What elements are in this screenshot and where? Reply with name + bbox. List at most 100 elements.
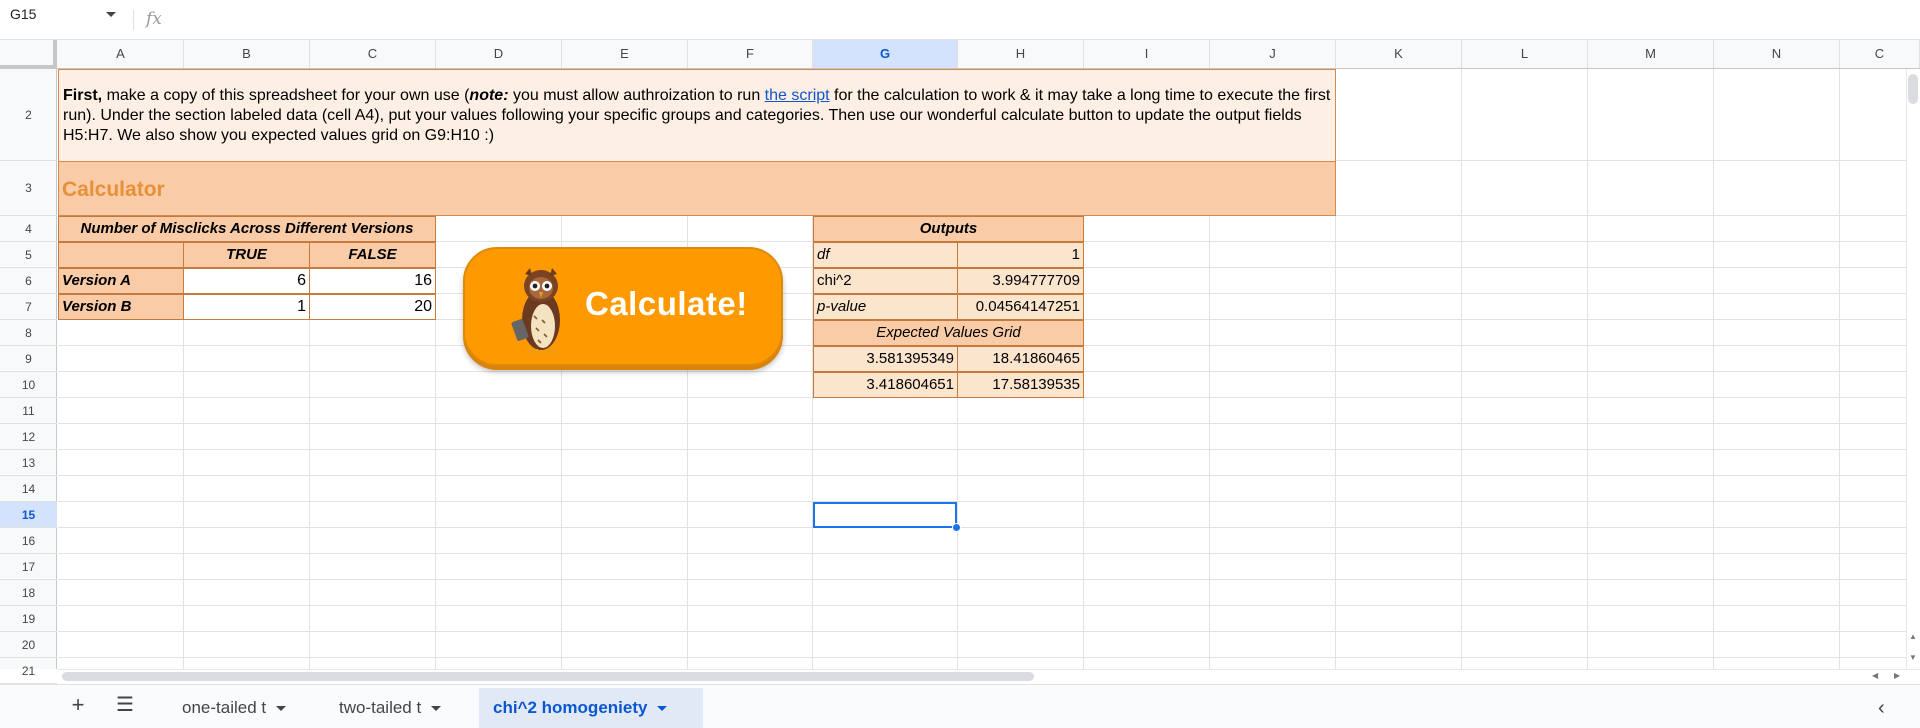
column-header-i[interactable]: I	[1084, 40, 1210, 68]
column-header-g[interactable]: G	[813, 40, 958, 68]
row-header-7[interactable]: 7	[0, 294, 57, 320]
column-header-d[interactable]: D	[436, 40, 562, 68]
column-header-b[interactable]: B	[184, 40, 310, 68]
row-gridline	[58, 657, 1908, 658]
data-cell-b-false[interactable]: 20	[309, 294, 436, 320]
vertical-scroll-thumb[interactable]	[1908, 74, 1918, 104]
data-row-label-version-b[interactable]: Version B	[58, 294, 184, 320]
fill-handle[interactable]	[952, 523, 961, 532]
chevron-down-icon[interactable]	[276, 706, 287, 712]
name-box-dropdown-icon[interactable]	[106, 12, 116, 17]
intro-text-2: you must allow authroization to run	[508, 87, 765, 104]
row-header-4[interactable]: 4	[0, 216, 57, 242]
formula-bar	[0, 0, 1920, 40]
row-gridline	[58, 423, 1908, 424]
vertical-scrollbar[interactable]	[1906, 69, 1920, 669]
tab-label: two-tailed t	[339, 698, 422, 717]
tab-chi2-homogeniety[interactable]: chi^2 homogeniety	[479, 688, 703, 728]
tab-label: one-tailed t	[182, 698, 267, 717]
name-box-value[interactable]: G15	[10, 6, 36, 22]
row-header-20[interactable]: 20	[0, 632, 57, 658]
row-header-3[interactable]: 3	[0, 161, 57, 216]
row-gridline	[58, 449, 1908, 450]
column-header-h[interactable]: H	[958, 40, 1084, 68]
data-table-corner-cell[interactable]	[58, 242, 184, 268]
expected-g9[interactable]: 3.581395349	[813, 346, 958, 372]
calculate-button-label[interactable]: Calculate!	[585, 285, 748, 323]
row-header-11[interactable]: 11	[0, 398, 57, 424]
scroll-left-icon[interactable]: ◀	[1872, 671, 1878, 680]
expected-h10[interactable]: 17.58139535	[957, 372, 1084, 398]
output-value-p-value[interactable]: 0.04564147251	[957, 294, 1084, 320]
scroll-up-icon[interactable]: ▲	[1909, 632, 1917, 641]
data-cell-b-true[interactable]: 1	[183, 294, 310, 320]
owl-icon[interactable]	[510, 262, 572, 354]
data-col-header-false[interactable]: FALSE	[309, 242, 436, 268]
row-header-2[interactable]: 2	[0, 69, 57, 161]
intro-text-1: make a copy of this spreadsheet for your…	[102, 87, 470, 104]
column-header-k[interactable]: K	[1336, 40, 1462, 68]
column-header-j[interactable]: J	[1210, 40, 1336, 68]
scroll-right-icon[interactable]: ▶	[1894, 671, 1900, 680]
output-label-df[interactable]: df	[813, 242, 958, 268]
row-header-5[interactable]: 5	[0, 242, 57, 268]
tab-one-tailed-t[interactable]: one-tailed t	[168, 688, 318, 728]
row-header-column: 2 3 4 5 6 7 8 9 10 11 12 13 14 15 16 17 18 19 20 21	[0, 69, 57, 684]
data-cell-a-true[interactable]: 6	[183, 268, 310, 294]
row-header-10[interactable]: 10	[0, 372, 57, 398]
chevron-down-icon[interactable]	[431, 706, 442, 712]
script-link[interactable]: the script	[765, 87, 830, 104]
output-value-df[interactable]: 1	[957, 242, 1084, 268]
intro-first: First,	[63, 87, 103, 104]
calculator-title-cell[interactable]	[58, 161, 1336, 216]
horizontal-scroll-thumb[interactable]	[62, 672, 1034, 681]
data-row-label-version-a[interactable]: Version A	[58, 268, 184, 294]
formula-bar-divider	[133, 10, 134, 30]
column-header-m[interactable]: M	[1588, 40, 1714, 68]
row-header-13[interactable]: 13	[0, 450, 57, 476]
data-col-header-true[interactable]: TRUE	[183, 242, 310, 268]
data-cell-a-false[interactable]: 16	[309, 268, 436, 294]
row-header-16[interactable]: 16	[0, 528, 57, 554]
column-header-a[interactable]: A	[58, 40, 184, 68]
scroll-down-icon[interactable]: ▼	[1909, 653, 1917, 662]
column-header-c[interactable]: C	[1840, 40, 1920, 68]
selected-cell-g15[interactable]	[813, 502, 957, 528]
all-sheets-menu-icon[interactable]: ☰	[113, 692, 137, 720]
column-header-l[interactable]: L	[1462, 40, 1588, 68]
row-header-12[interactable]: 12	[0, 424, 57, 450]
row-gridline	[58, 553, 1908, 554]
column-header-c[interactable]: C	[310, 40, 436, 68]
collapse-sidebar-icon[interactable]: ‹	[1878, 697, 1885, 720]
outputs-title[interactable]: Outputs	[813, 216, 1084, 242]
row-gridline	[58, 501, 1908, 502]
column-header-e[interactable]: E	[562, 40, 688, 68]
row-gridline	[58, 605, 1908, 606]
select-all-corner[interactable]	[0, 40, 57, 69]
column-header-row: ABCDEFGHIJKLMNC	[0, 40, 1920, 69]
row-header-9[interactable]: 9	[0, 346, 57, 372]
output-value-chi2[interactable]: 3.994777709	[957, 268, 1084, 294]
row-header-14[interactable]: 14	[0, 476, 57, 502]
row-header-17[interactable]: 17	[0, 554, 57, 580]
column-header-n[interactable]: N	[1714, 40, 1840, 68]
row-header-19[interactable]: 19	[0, 606, 57, 632]
row-header-21[interactable]: 21	[0, 658, 57, 684]
column-header-f[interactable]: F	[688, 40, 813, 68]
fx-icon: fx	[146, 9, 162, 29]
expected-h9[interactable]: 18.41860465	[957, 346, 1084, 372]
row-header-15[interactable]: 15	[0, 502, 57, 528]
chevron-down-icon[interactable]	[657, 706, 668, 712]
expected-g10[interactable]: 3.418604651	[813, 372, 958, 398]
tab-two-tailed-t[interactable]: two-tailed t	[325, 688, 475, 728]
row-header-6[interactable]: 6	[0, 268, 57, 294]
expected-values-title[interactable]: Expected Values Grid	[813, 320, 1084, 346]
output-label-chi2[interactable]: chi^2	[813, 268, 958, 294]
add-sheet-icon[interactable]: +	[66, 692, 90, 720]
row-header-18[interactable]: 18	[0, 580, 57, 606]
row-gridline	[58, 631, 1908, 632]
output-label-p-value[interactable]: p-value	[813, 294, 958, 320]
row-header-8[interactable]: 8	[0, 320, 57, 346]
intro-instructions[interactable]: First, make a copy of this spreadsheet f…	[58, 69, 1336, 161]
data-table-title[interactable]: Number of Misclicks Across Different Ver…	[58, 216, 436, 242]
